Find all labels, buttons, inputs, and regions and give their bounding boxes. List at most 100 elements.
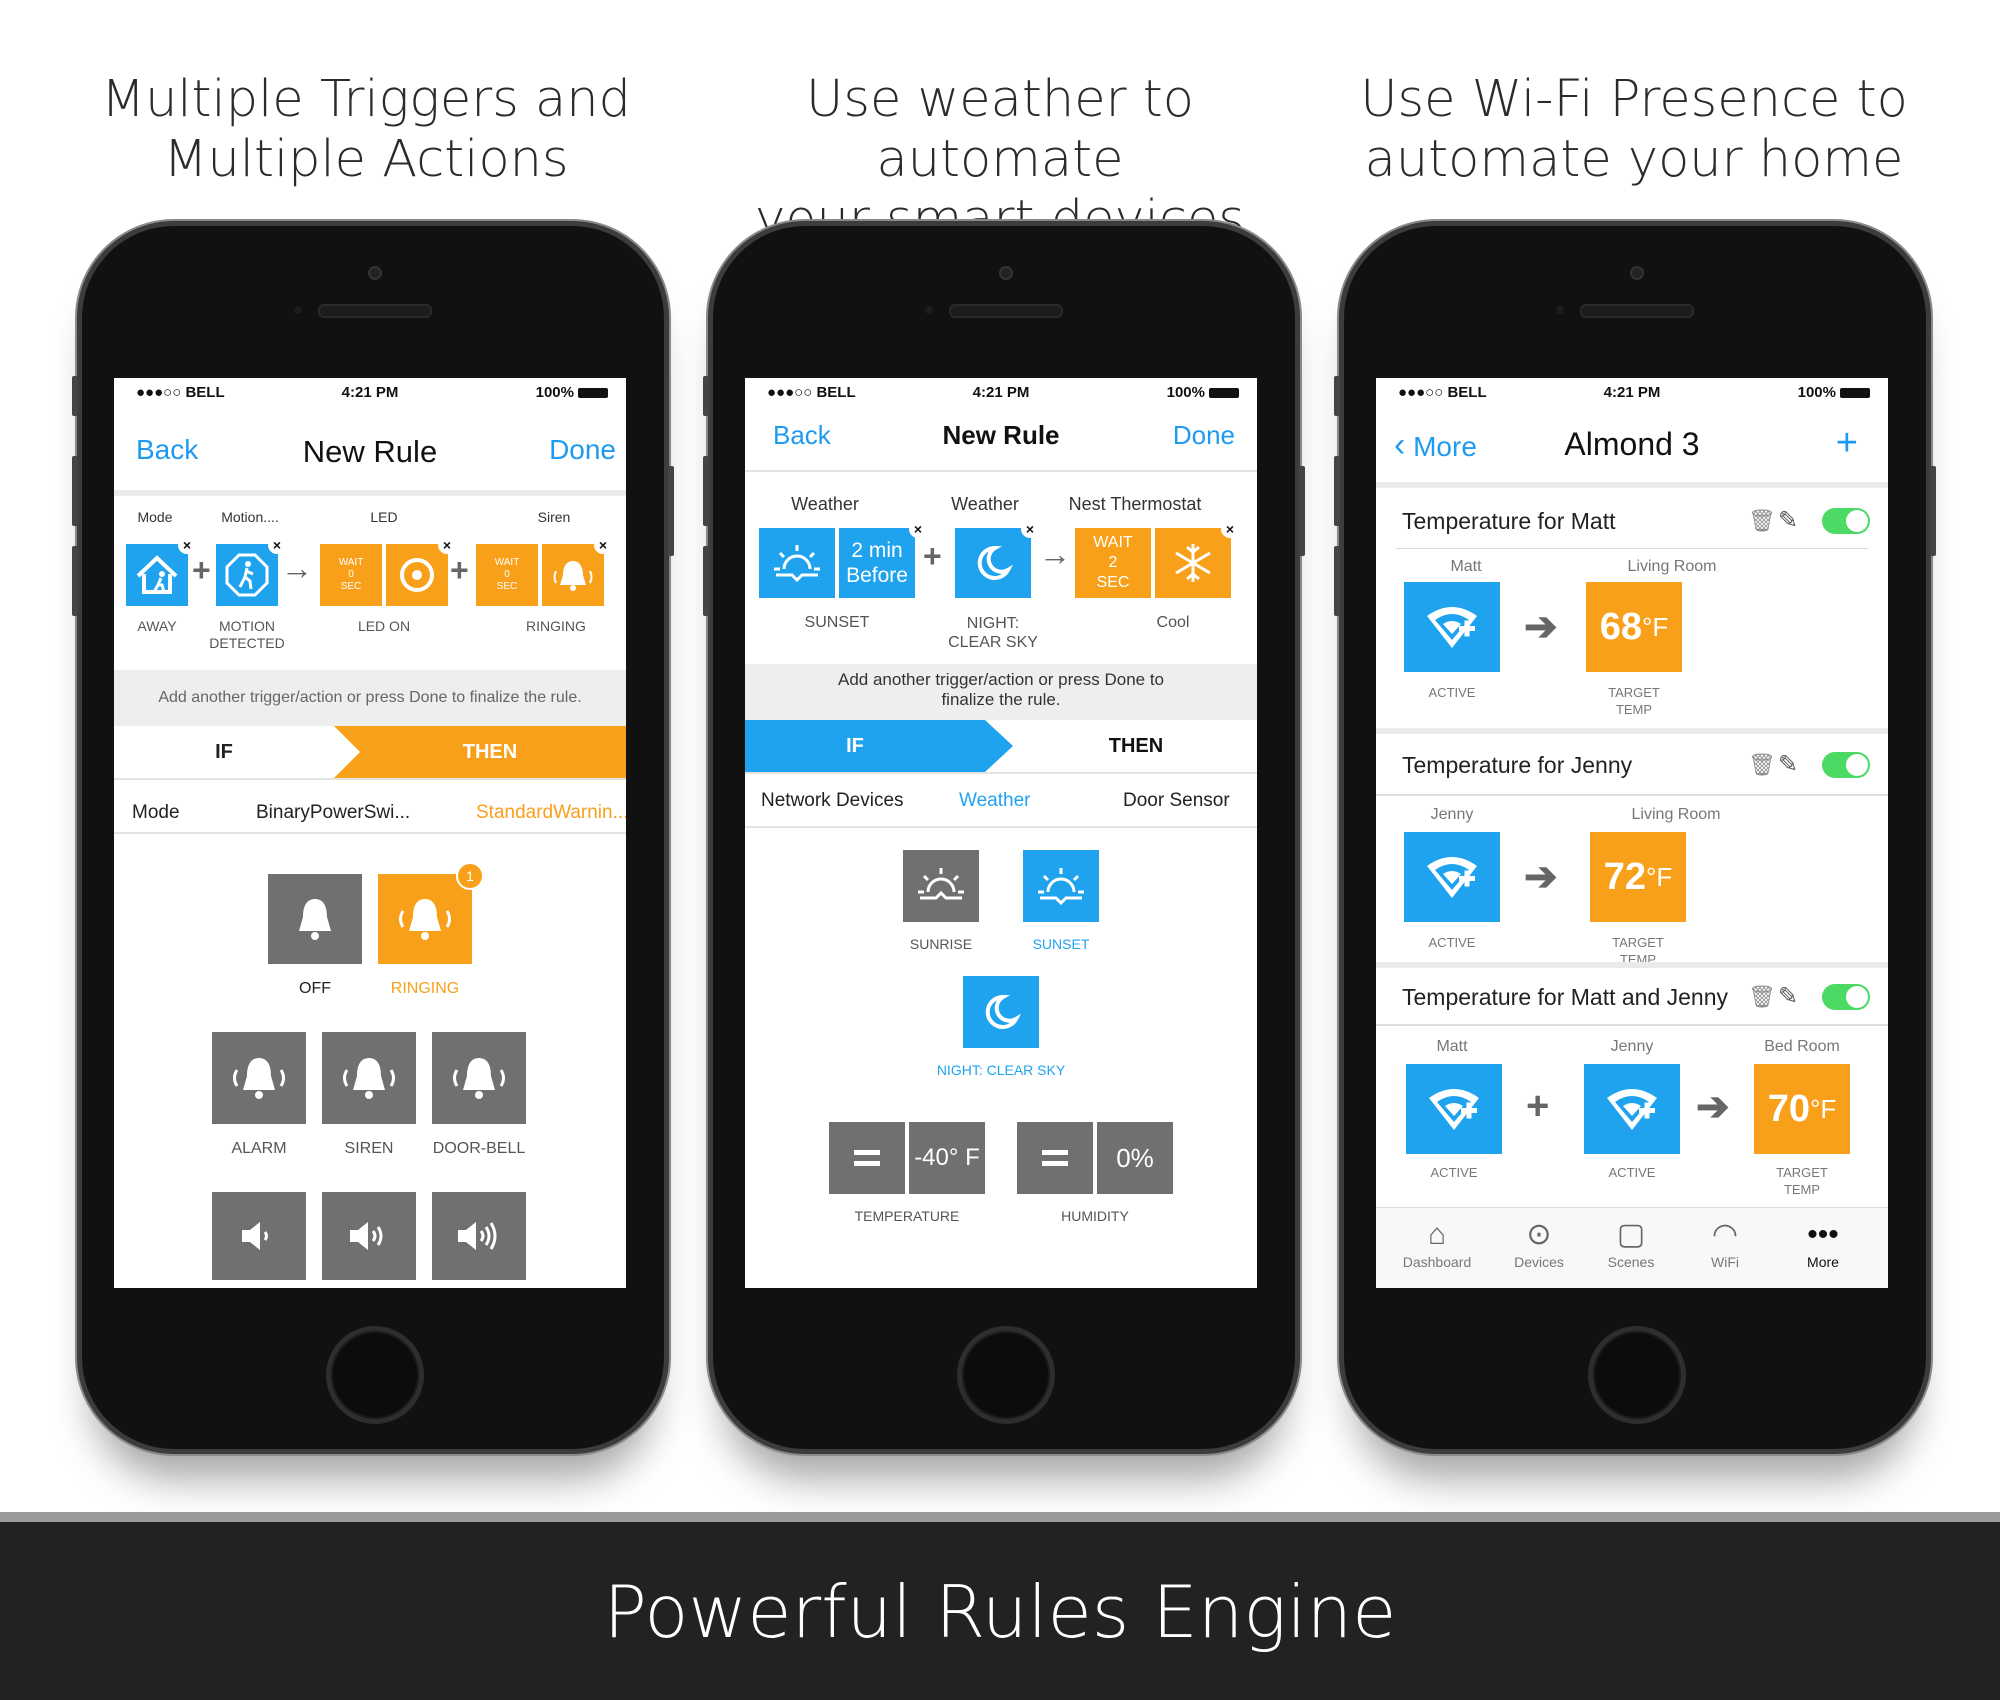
trash-icon[interactable]: 🗑 <box>1748 508 1776 534</box>
wifi-presence-tile[interactable] <box>1584 1064 1680 1154</box>
tile-label: ACTIVE <box>1608 1165 1656 1180</box>
wait-tile[interactable]: WAIT 0 SEC <box>476 544 538 606</box>
trash-icon[interactable]: 🗑 <box>1748 984 1776 1010</box>
sunrise-button[interactable] <box>903 850 979 922</box>
ringing-bell-icon <box>453 1058 505 1099</box>
plus-icon: + <box>1526 1084 1550 1128</box>
sound-label-siren: SIREN <box>344 1140 394 1157</box>
power-button <box>668 466 674 556</box>
motion-detected-tile[interactable]: × <box>216 536 286 606</box>
wifi-presence-tile[interactable] <box>1404 832 1500 922</box>
led-on-tile[interactable]: × <box>386 536 456 606</box>
volume-down <box>703 546 709 616</box>
if-then-tabs: IF THEN <box>745 720 1257 772</box>
category-standardwarning[interactable]: StandardWarnin... <box>476 802 626 824</box>
category-door-sensor[interactable]: Door Sensor <box>1123 790 1230 812</box>
rule-toggle[interactable] <box>1822 508 1870 534</box>
tab-scenes[interactable]: ▢ Scenes <box>1586 1216 1676 1270</box>
rule-toggle[interactable] <box>1822 984 1870 1010</box>
column-label: Jenny <box>1430 806 1474 823</box>
tab-wifi[interactable]: ◠ WiFi <box>1680 1216 1770 1270</box>
status-bar: ●●●○○ BELL 4:21 PM 100% <box>1376 378 1888 406</box>
tab-then[interactable]: THEN <box>1015 720 1257 772</box>
sunset-button[interactable] <box>1023 850 1099 922</box>
temperature-operator-button[interactable] <box>829 1122 905 1194</box>
mode-away-tile[interactable]: × <box>126 536 196 606</box>
pencil-icon[interactable]: ✎ <box>1778 506 1798 535</box>
humidity-operator-button[interactable] <box>1017 1122 1093 1194</box>
sound-siren-button[interactable] <box>322 1032 416 1124</box>
tab-dashboard[interactable]: ⌂ Dashboard <box>1392 1216 1482 1270</box>
wait-tile[interactable]: WAIT 0 SEC <box>320 544 382 606</box>
moon-icon <box>985 994 1021 1029</box>
pencil-icon[interactable]: ✎ <box>1778 982 1798 1011</box>
pencil-icon[interactable]: ✎ <box>1778 750 1798 779</box>
wifi-presence-tile[interactable] <box>1404 582 1500 672</box>
volume-high-button[interactable] <box>432 1192 526 1280</box>
home-button[interactable] <box>957 1326 1055 1424</box>
remove-icon[interactable]: × <box>1021 520 1039 538</box>
tab-more[interactable]: ••• More <box>1778 1216 1868 1270</box>
trash-icon[interactable]: 🗑 <box>1748 752 1776 778</box>
rule-toggle[interactable] <box>1822 752 1870 778</box>
target-temp-tile[interactable]: 72 °F <box>1590 832 1686 922</box>
tab-devices[interactable]: ⊙ Devices <box>1494 1216 1584 1270</box>
earpiece <box>318 304 432 318</box>
chain-header-thermostat: Nest Thermostat <box>1068 494 1202 514</box>
night-clear-sky-tile[interactable]: × <box>955 520 1039 598</box>
sunset-tile[interactable] <box>759 528 835 598</box>
offset-tile[interactable]: 2 min Before <box>839 528 915 598</box>
earpiece <box>949 304 1063 318</box>
sound-label-alarm: ALARM <box>231 1140 287 1157</box>
state-off-button[interactable] <box>268 874 362 964</box>
category-network-devices[interactable]: Network Devices <box>761 790 904 812</box>
wait-tile[interactable]: WAIT 2 SEC <box>1075 528 1151 598</box>
scenes-icon: ▢ <box>1616 1218 1646 1251</box>
add-rule-button[interactable]: + <box>1836 422 1858 465</box>
category-binarypowerswitch[interactable]: BinaryPowerSwi... <box>256 802 410 824</box>
state-ringing-button[interactable]: 1 <box>378 862 484 964</box>
ringing-tile[interactable]: × <box>542 536 612 606</box>
target-temp-tile[interactable]: 68 °F <box>1586 582 1682 672</box>
wifi-presence-tile[interactable] <box>1406 1064 1502 1154</box>
chain-label-cool: Cool <box>1156 614 1190 631</box>
home-person-icon <box>136 555 178 594</box>
sound-doorbell-button[interactable] <box>432 1032 526 1124</box>
plus-icon: + <box>923 538 942 574</box>
battery: 100% <box>536 384 608 401</box>
earpiece <box>1580 304 1694 318</box>
wifi-plus-icon <box>1429 1089 1479 1130</box>
volume-medium-button[interactable] <box>322 1192 416 1280</box>
category-mode[interactable]: Mode <box>132 802 180 824</box>
remove-icon[interactable]: × <box>909 520 927 538</box>
done-button[interactable]: Done <box>1173 420 1235 451</box>
camera <box>999 266 1013 280</box>
night-clear-sky-button[interactable] <box>963 976 1039 1048</box>
volume-down <box>1334 546 1340 616</box>
column-label: Bed Room <box>1764 1038 1840 1055</box>
sensor <box>294 306 302 314</box>
cool-tile[interactable]: × <box>1155 520 1239 598</box>
snowflake-icon <box>1175 544 1211 582</box>
speaker-icon <box>458 1222 497 1250</box>
wifi-icon: ◠ <box>1711 1218 1739 1251</box>
category-weather[interactable]: Weather <box>959 790 1030 812</box>
moon-icon <box>977 545 1013 580</box>
tab-if[interactable]: IF <box>114 726 334 778</box>
remove-icon[interactable]: × <box>1221 520 1239 538</box>
temperature-value-button[interactable]: -40° F <box>909 1122 985 1194</box>
tab-if[interactable]: IF <box>745 720 965 772</box>
phone-weather: ●●●○○ BELL 4:21 PM 100% Back New Rule Do… <box>703 226 1305 1449</box>
home-button[interactable] <box>1588 1326 1686 1424</box>
remove-icon[interactable]: × <box>594 536 612 554</box>
page-title: Almond 3 <box>1564 426 1700 462</box>
home-button[interactable] <box>326 1326 424 1424</box>
humidity-value-button[interactable]: 0% <box>1097 1122 1173 1194</box>
done-button[interactable]: Done <box>549 434 616 466</box>
mute-switch <box>703 376 709 416</box>
tab-then[interactable]: THEN <box>354 726 626 778</box>
volume-low-button[interactable] <box>212 1192 306 1280</box>
target-temp-tile[interactable]: 70 °F <box>1754 1064 1850 1154</box>
sound-alarm-button[interactable] <box>212 1032 306 1124</box>
rule-card: Temperature for Matt 🗑 ✎ Matt Living Roo… <box>1376 488 1888 726</box>
